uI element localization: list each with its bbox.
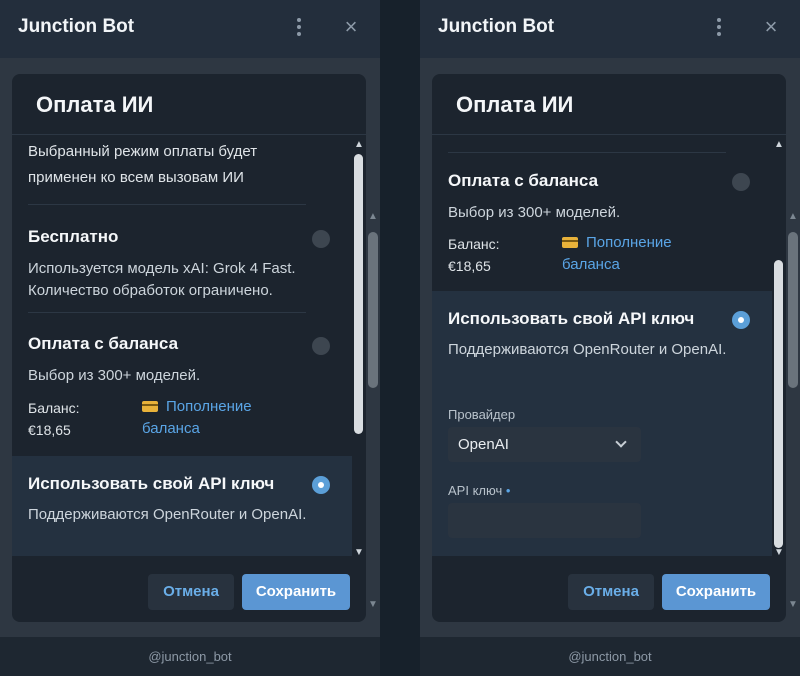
option-free-description: Используется модель xAI: Grok 4 Fast. Ко… bbox=[28, 260, 296, 299]
option-own-api-key[interactable]: Использовать свой API ключ Поддерживаютс… bbox=[12, 456, 352, 556]
background-scroll-down-icon[interactable]: ▼ bbox=[366, 600, 380, 610]
option-balance-title: Оплата с баланса bbox=[28, 334, 179, 353]
option-free-radio[interactable] bbox=[312, 230, 330, 248]
dialog-header: Оплата ИИ bbox=[12, 74, 366, 135]
option-balance-description: Выбор из 300+ моделей. bbox=[28, 367, 201, 384]
option-balance-radio[interactable] bbox=[732, 173, 750, 191]
credit-card-icon bbox=[142, 401, 158, 412]
title-bar: Junction Bot × bbox=[0, 0, 380, 58]
api-key-label: API ключ • bbox=[448, 483, 510, 498]
ai-payment-dialog: Оплата ИИ Оплата с баланса Выбор из 300+… bbox=[432, 74, 786, 622]
close-icon[interactable]: × bbox=[760, 15, 782, 39]
dialog-scrollbar-thumb[interactable] bbox=[354, 154, 363, 434]
api-key-label-text: API ключ bbox=[448, 483, 503, 498]
dialog-scrollbar-thumb[interactable] bbox=[774, 260, 783, 548]
cancel-button[interactable]: Отмена bbox=[148, 574, 234, 610]
ai-payment-dialog: Оплата ИИ Выбранный режим оплаты будет п… bbox=[12, 74, 366, 622]
option-balance-title: Оплата с баланса bbox=[448, 171, 599, 190]
option-balance[interactable]: Оплата с баланса Выбор из 300+ моделей. … bbox=[432, 153, 772, 291]
dialog-title: Оплата ИИ bbox=[456, 92, 574, 117]
credit-card-icon bbox=[562, 237, 578, 248]
background-scroll-up-icon[interactable]: ▲ bbox=[366, 212, 380, 222]
option-free[interactable]: Бесплатно Используется модель xAI: Grok … bbox=[12, 205, 352, 312]
option-own-api-key-title: Использовать свой API ключ bbox=[28, 474, 275, 493]
option-balance[interactable]: Оплата с баланса Выбор из 300+ моделей. … bbox=[12, 313, 352, 456]
background-scroll-down-icon[interactable]: ▼ bbox=[786, 600, 800, 610]
provider-select[interactable]: OpenAI bbox=[448, 427, 641, 462]
save-button[interactable]: Сохранить bbox=[662, 574, 770, 610]
balance-value: €18,65 bbox=[448, 258, 491, 274]
dialog-intro-text: Выбранный режим оплаты будет применен ко… bbox=[28, 143, 258, 186]
background-scroll-up-icon[interactable]: ▲ bbox=[786, 212, 800, 222]
topup-balance-link[interactable]: Пополнение баланса bbox=[562, 232, 702, 276]
background-scrollbar-thumb[interactable] bbox=[368, 232, 378, 388]
api-key-input[interactable] bbox=[448, 503, 641, 538]
option-own-api-key-title: Использовать свой API ключ bbox=[448, 309, 695, 328]
option-own-api-key[interactable]: Использовать свой API ключ Поддерживаютс… bbox=[432, 291, 772, 556]
app-title: Junction Bot bbox=[438, 16, 555, 37]
chevron-down-icon bbox=[615, 436, 627, 448]
more-vertical-icon[interactable] bbox=[712, 16, 726, 38]
option-own-api-key-radio[interactable] bbox=[732, 311, 750, 329]
cancel-button[interactable]: Отмена bbox=[568, 574, 654, 610]
dialog-body: Оплата с баланса Выбор из 300+ моделей. … bbox=[432, 136, 772, 556]
dialog-header: Оплата ИИ bbox=[432, 74, 786, 135]
save-button[interactable]: Сохранить bbox=[242, 574, 350, 610]
dialog-title: Оплата ИИ bbox=[36, 92, 154, 117]
provider-label: Провайдер bbox=[448, 407, 516, 422]
option-balance-radio[interactable] bbox=[312, 337, 330, 355]
bot-username-footer: @junction_bot bbox=[0, 637, 380, 676]
more-vertical-icon[interactable] bbox=[292, 16, 306, 38]
option-own-api-key-description: Поддерживаются OpenRouter и OpenAI. bbox=[448, 341, 727, 358]
required-mark: • bbox=[505, 483, 511, 498]
close-icon[interactable]: × bbox=[340, 15, 362, 39]
option-balance-description: Выбор из 300+ моделей. bbox=[448, 204, 621, 221]
scroll-down-icon[interactable]: ▼ bbox=[352, 548, 366, 558]
bot-window-left: Junction Bot × ▲ ▼ Оплата ИИ Выбранный р… bbox=[0, 0, 380, 676]
bot-window-right: Junction Bot × ▲ ▼ Оплата ИИ Оплата с ба… bbox=[420, 0, 800, 676]
scroll-up-icon[interactable]: ▲ bbox=[772, 140, 786, 150]
provider-selected-value: OpenAI bbox=[458, 436, 509, 453]
balance-value: €18,65 bbox=[28, 422, 71, 438]
scroll-down-icon[interactable]: ▼ bbox=[772, 548, 786, 558]
option-free-title: Бесплатно bbox=[28, 227, 119, 246]
topup-balance-link[interactable]: Пополнение баланса bbox=[142, 396, 282, 440]
dialog-body: Выбранный режим оплаты будет применен ко… bbox=[12, 136, 352, 556]
topup-balance-label: Пополнение баланса bbox=[562, 234, 672, 273]
title-bar: Junction Bot × bbox=[420, 0, 800, 58]
option-own-api-key-radio[interactable] bbox=[312, 476, 330, 494]
background-scrollbar-thumb[interactable] bbox=[788, 232, 798, 388]
app-title: Junction Bot bbox=[18, 16, 135, 37]
balance-label: Баланс: bbox=[28, 400, 80, 416]
bot-username-footer: @junction_bot bbox=[420, 637, 800, 676]
balance-label: Баланс: bbox=[448, 236, 500, 252]
option-own-api-key-description: Поддерживаются OpenRouter и OpenAI. bbox=[28, 506, 307, 523]
screen-divider bbox=[380, 0, 420, 676]
scroll-up-icon[interactable]: ▲ bbox=[352, 140, 366, 150]
topup-balance-label: Пополнение баланса bbox=[142, 398, 252, 437]
